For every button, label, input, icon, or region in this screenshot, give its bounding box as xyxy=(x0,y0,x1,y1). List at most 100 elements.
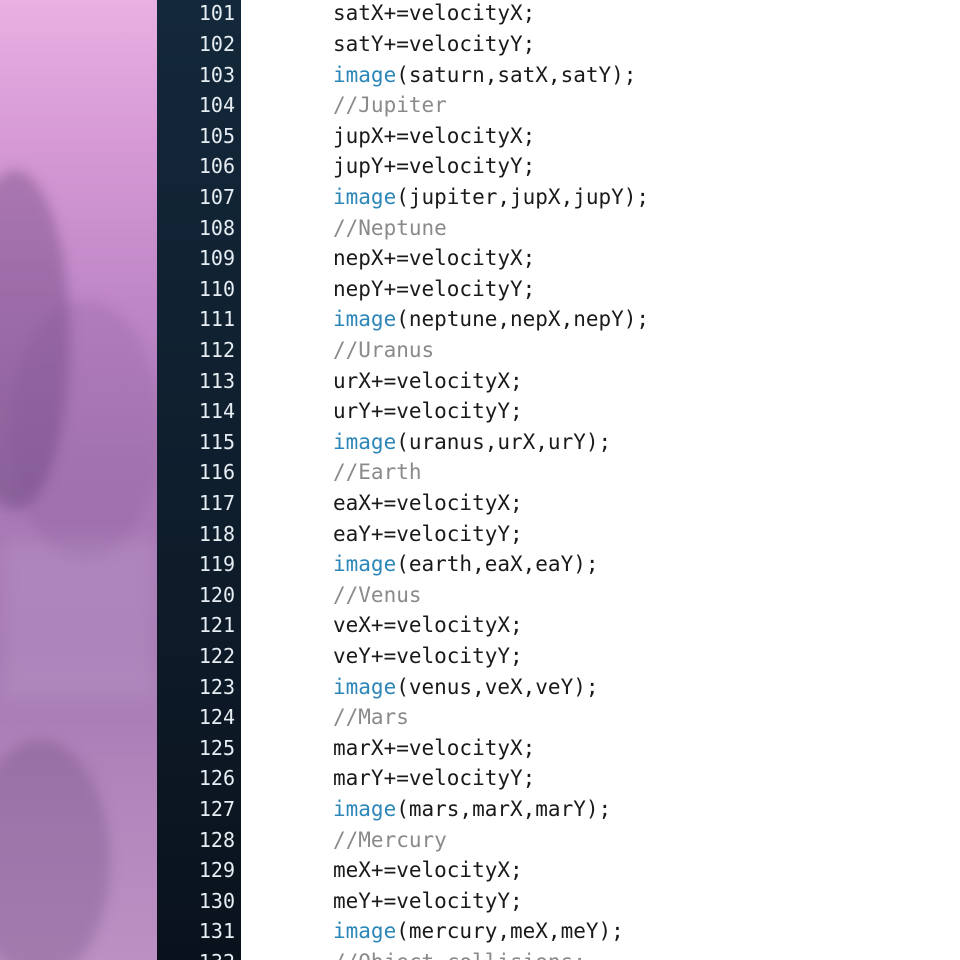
line-number: 121 xyxy=(198,613,235,638)
code-line[interactable]: 104 //Jupiter xyxy=(157,90,960,121)
function-args-token: (saturn,satX,satY); xyxy=(396,62,637,87)
code-statement: satX+=velocityX; xyxy=(333,1,536,26)
line-number: 111 xyxy=(198,307,235,332)
wallpaper-fog xyxy=(0,540,157,700)
code-statement: marY+=velocityY; xyxy=(333,766,536,791)
code-statement: image(neptune,nepX,nepY); xyxy=(333,304,649,335)
code-line[interactable]: 123 image(venus,veX,veY); xyxy=(157,672,960,703)
function-args-token: (uranus,urX,urY); xyxy=(396,429,612,454)
code-statement: image(mercury,meX,meY); xyxy=(333,916,624,947)
code-statement: meX+=velocityX; xyxy=(333,858,523,883)
line-number: 128 xyxy=(198,827,235,852)
line-number: 104 xyxy=(198,93,235,118)
code-line[interactable]: 125 marX+=velocityX; xyxy=(157,733,960,764)
code-statement: urX+=velocityX; xyxy=(333,368,523,393)
code-line[interactable]: 124 //Mars xyxy=(157,702,960,733)
function-args-token: (earth,eaX,eaY); xyxy=(396,552,599,577)
code-line[interactable]: 113 urX+=velocityX; xyxy=(157,366,960,397)
code-statement: satY+=velocityY; xyxy=(333,32,536,56)
code-line[interactable]: 128 //Mercury xyxy=(157,825,960,856)
wallpaper-tree-silhouette xyxy=(0,740,110,960)
line-number: 101 xyxy=(198,1,235,26)
code-comment: //Object collisions: xyxy=(333,947,586,960)
code-line[interactable]: 103 image(saturn,satX,satY); xyxy=(157,60,960,91)
code-line[interactable]: 118 eaY+=velocityY; xyxy=(157,519,960,550)
code-line[interactable]: 107 image(jupiter,jupX,jupY); xyxy=(157,182,960,213)
code-line[interactable]: 131 image(mercury,meX,meY); xyxy=(157,916,960,947)
line-number: 107 xyxy=(198,185,235,209)
line-number: 105 xyxy=(198,123,235,148)
code-statement: meY+=velocityY; xyxy=(333,888,523,913)
code-comment: //Uranus xyxy=(333,338,435,362)
line-number: 110 xyxy=(198,276,235,301)
code-line[interactable]: 126 marY+=velocityY; xyxy=(157,763,960,794)
code-line[interactable]: 119 image(earth,eaX,eaY); xyxy=(157,549,960,580)
code-line[interactable]: 115 image(uranus,urX,urY); xyxy=(157,427,960,458)
code-line[interactable]: 106 jupY+=velocityY; xyxy=(157,151,960,182)
code-line[interactable]: 105 jupX+=velocityX; xyxy=(157,121,960,152)
line-number: 130 xyxy=(198,888,235,913)
code-statement: image(earth,eaX,eaY); xyxy=(333,549,599,580)
code-line[interactable]: 117 eaX+=velocityX; xyxy=(157,488,960,519)
code-statement: jupY+=velocityY; xyxy=(333,154,536,179)
code-line[interactable]: 121 veX+=velocityX; xyxy=(157,610,960,641)
line-number: 125 xyxy=(198,735,235,760)
line-number: 127 xyxy=(198,797,235,821)
code-line[interactable]: 114 urY+=velocityY; xyxy=(157,396,960,427)
code-line[interactable]: 127 image(mars,marX,marY); xyxy=(157,794,960,825)
screen: 101 satX+=velocityX; 102 satY+=velocityY; 10… xyxy=(0,0,960,960)
code-editor[interactable]: 101 satX+=velocityX; 102 satY+=velocityY; 10… xyxy=(157,0,960,960)
function-name-token: image xyxy=(333,307,397,332)
line-number: 123 xyxy=(198,674,235,699)
code-comment: //Venus xyxy=(333,582,422,607)
code-line[interactable]: 120 //Venus xyxy=(157,580,960,611)
code-statement: veY+=velocityY; xyxy=(333,644,523,668)
line-number: 103 xyxy=(198,62,235,87)
line-number: 108 xyxy=(198,215,235,240)
code-line[interactable]: 130 meY+=velocityY; xyxy=(157,886,960,917)
code-statement: eaY+=velocityY; xyxy=(333,521,523,546)
code-statement: eaX+=velocityX; xyxy=(333,491,523,515)
line-number: 116 xyxy=(198,460,235,485)
function-name-token: image xyxy=(333,429,397,454)
code-line[interactable]: 112 //Uranus xyxy=(157,335,960,366)
code-statement: urY+=velocityY; xyxy=(333,399,523,424)
line-number: 129 xyxy=(198,858,235,883)
function-args-token: (neptune,nepX,nepY); xyxy=(396,307,650,332)
code-line[interactable]: 111 image(neptune,nepX,nepY); xyxy=(157,304,960,335)
line-number: 115 xyxy=(198,429,235,454)
line-number: 114 xyxy=(198,399,235,424)
code-line[interactable]: 101 satX+=velocityX; xyxy=(157,0,960,29)
code-line[interactable]: 110 nepY+=velocityY; xyxy=(157,274,960,305)
code-line[interactable]: 116 //Earth xyxy=(157,457,960,488)
code-line[interactable]: 109 nepX+=velocityX; xyxy=(157,243,960,274)
code-statement: image(uranus,urX,urY); xyxy=(333,427,611,458)
code-statement: nepX+=velocityX; xyxy=(333,246,536,271)
code-statement: veX+=velocityX; xyxy=(333,613,523,638)
function-name-token: image xyxy=(333,797,397,821)
function-args-token: (mercury,meX,meY); xyxy=(396,919,624,944)
code-statement: image(jupiter,jupX,jupY); xyxy=(333,182,649,213)
code-statement: marX+=velocityX; xyxy=(333,735,536,760)
code-comment: //Neptune xyxy=(333,215,447,240)
code-line[interactable]: 132 //Object collisions: xyxy=(157,947,960,960)
function-name-token: image xyxy=(333,552,397,577)
code-line[interactable]: 108 //Neptune xyxy=(157,213,960,244)
code-line[interactable]: 102 satY+=velocityY; xyxy=(157,29,960,60)
line-number: 106 xyxy=(198,154,235,179)
function-name-token: image xyxy=(333,62,397,87)
line-number: 131 xyxy=(198,919,235,944)
function-name-token: image xyxy=(333,674,397,699)
code-statement: image(mars,marX,marY); xyxy=(333,794,611,825)
code-comment: //Mercury xyxy=(333,827,447,852)
code-line[interactable]: 122 veY+=velocityY; xyxy=(157,641,960,672)
function-name-token: image xyxy=(333,919,397,944)
line-number: 102 xyxy=(198,32,235,56)
code-line[interactable]: 129 meX+=velocityX; xyxy=(157,855,960,886)
line-number: 120 xyxy=(198,582,235,607)
code-comment: //Jupiter xyxy=(333,93,447,118)
line-number: 109 xyxy=(198,246,235,271)
desktop-wallpaper xyxy=(0,0,157,960)
line-number: 124 xyxy=(198,705,235,730)
function-args-token: (jupiter,jupX,jupY); xyxy=(396,185,650,209)
